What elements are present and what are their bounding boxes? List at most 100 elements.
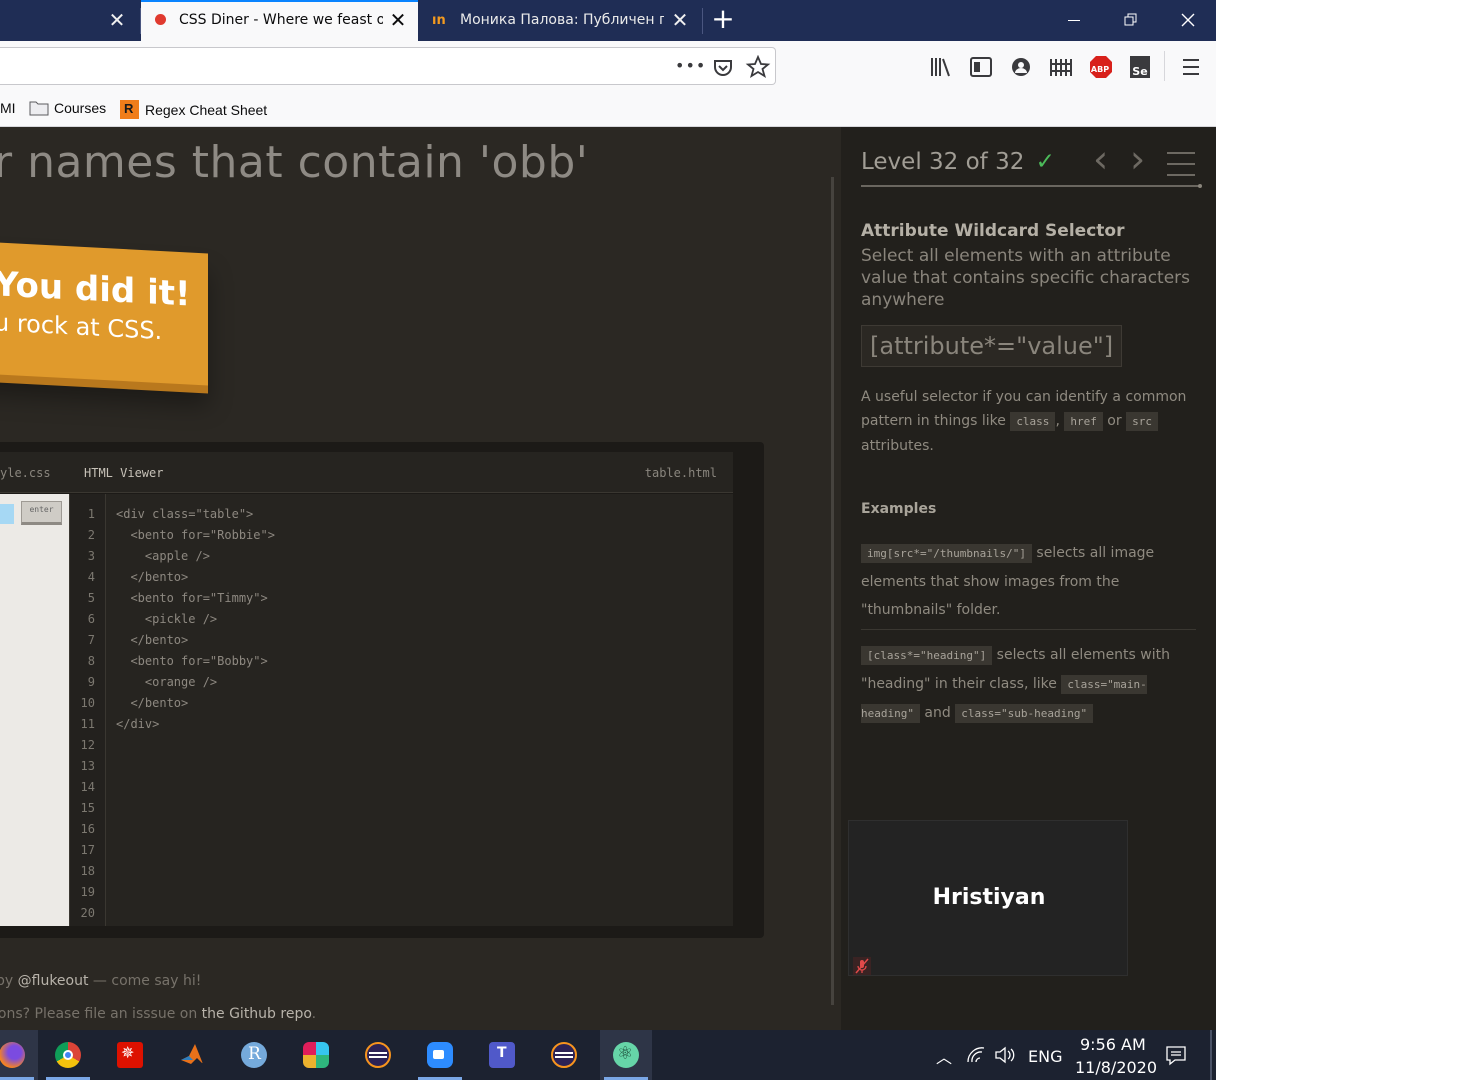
language-indicator[interactable]: ENG xyxy=(1028,1047,1062,1066)
level-menu-icon[interactable] xyxy=(1166,151,1196,177)
regex-favicon: R xyxy=(120,100,139,119)
library-icon[interactable] xyxy=(928,55,954,79)
eclipse-stripes xyxy=(555,1052,573,1058)
taskbar-zoom[interactable] xyxy=(414,1030,466,1080)
check-icon: ✓ xyxy=(1035,149,1055,175)
show-desktop-edge[interactable] xyxy=(1210,1030,1212,1080)
sidebar-icon[interactable] xyxy=(968,55,994,79)
line-number: 7 xyxy=(87,633,95,647)
show-hidden-icons[interactable]: ︿ xyxy=(936,1044,952,1068)
hint-code-class: class xyxy=(1010,412,1056,431)
taskbar-teams[interactable]: T xyxy=(476,1030,528,1080)
code-line: <apple /> xyxy=(116,549,210,563)
code-line: <bento for="Timmy"> xyxy=(116,591,268,605)
taskbar-atom[interactable]: ⚛ xyxy=(600,1030,652,1080)
bookmark-star-icon[interactable] xyxy=(745,55,771,79)
previous-level-button[interactable]: ‹ xyxy=(1093,139,1108,179)
editor-header: yle.css HTML Viewer table.html xyxy=(0,452,733,493)
level-instruction: r names that contain 'obb' xyxy=(0,137,589,188)
example-1: img[src*="/thumbnails/"] selects all ima… xyxy=(861,539,1201,624)
taskbar-slack[interactable] xyxy=(290,1030,342,1080)
tab-css-diner[interactable]: CSS Diner - Where we feast on ✕ xyxy=(141,0,418,41)
video-call-tile[interactable]: Hristiyan xyxy=(848,820,1128,976)
r-letter: R xyxy=(248,1044,261,1064)
taskbar-r[interactable]: R xyxy=(228,1030,280,1080)
regex-favicon-letter: R xyxy=(124,101,134,116)
account-icon[interactable] xyxy=(1008,55,1034,79)
css-editor-tab: yle.css xyxy=(0,466,51,480)
css-input[interactable] xyxy=(0,504,14,524)
footer-issues: ions? Please file an isssue on the Githu… xyxy=(0,1006,316,1022)
url-bar[interactable]: ••• xyxy=(0,47,776,85)
close-tab-icon[interactable]: ✕ xyxy=(107,10,127,30)
page-actions-icon[interactable]: ••• xyxy=(675,56,705,80)
folder-icon xyxy=(29,101,49,116)
close-window-button[interactable] xyxy=(1160,0,1216,41)
taskbar-chrome[interactable] xyxy=(42,1030,94,1080)
atom-glyph: ⚛ xyxy=(617,1043,634,1064)
level-indicator: Level 32 of 32 ✓ xyxy=(861,149,1055,175)
taskbar-matlab[interactable] xyxy=(166,1030,218,1080)
new-tab-button[interactable]: + xyxy=(708,4,738,36)
next-level-button[interactable]: › xyxy=(1130,139,1145,179)
tab-bar: ✕ CSS Diner - Where we feast on ✕ ın Мон… xyxy=(0,0,1216,41)
restore-button[interactable] xyxy=(1103,0,1159,41)
tab-monika-palova[interactable]: ın Моника Палова: Публичен пр ✕ xyxy=(418,0,702,41)
code-line: <pickle /> xyxy=(116,612,218,626)
eclipse-stripes xyxy=(369,1052,387,1058)
tab-previous[interactable]: ✕ xyxy=(0,0,140,41)
teams-letter: T xyxy=(497,1045,507,1061)
code-line: </div> xyxy=(116,717,160,731)
volume-icon[interactable] xyxy=(994,1046,1016,1064)
footer-issues-suffix: . xyxy=(311,1006,317,1022)
github-repo-link[interactable]: the Github repo xyxy=(202,1006,312,1022)
line-number: 15 xyxy=(80,801,95,815)
minimize-button[interactable] xyxy=(1046,0,1102,41)
winner-heading: You did it! xyxy=(0,264,191,315)
flukeout-link[interactable]: @flukeout xyxy=(18,973,89,989)
clock-date[interactable]: 11/8/2020 xyxy=(1075,1058,1157,1077)
selenium-icon[interactable]: Se xyxy=(1128,55,1154,79)
selector-description: Select all elements with an attribute va… xyxy=(861,246,1191,310)
line-number: 6 xyxy=(87,612,95,626)
html-viewer-title: HTML Viewer xyxy=(84,466,164,480)
winner-banner: You did it! u rock at CSS. xyxy=(0,240,208,386)
close-tab-icon[interactable]: ✕ xyxy=(388,10,408,30)
line-number: 8 xyxy=(87,654,95,668)
clock-time[interactable]: 9:56 AM xyxy=(1080,1035,1146,1054)
code-line: <bento for="Bobby"> xyxy=(116,654,268,668)
extension-icon[interactable] xyxy=(1048,55,1074,79)
taskbar-wolfram[interactable]: ✵ xyxy=(104,1030,156,1080)
css-diner-favicon xyxy=(155,14,166,25)
adblock-icon[interactable]: ABP xyxy=(1088,55,1114,79)
chrome-icon-center xyxy=(63,1050,73,1060)
line-number: 10 xyxy=(80,696,95,710)
code-line: <bento for="Robbie"> xyxy=(116,528,275,542)
enter-button[interactable]: enter xyxy=(21,501,62,525)
hint-separator: , xyxy=(1055,413,1065,429)
code-line: </bento> xyxy=(116,696,189,710)
menu-icon[interactable] xyxy=(1178,55,1204,79)
taskbar-eclipse-2[interactable] xyxy=(538,1030,590,1080)
bookmarks-toolbar: MI Courses R Regex Cheat Sheet xyxy=(0,91,1216,127)
panel-scrollbar[interactable] xyxy=(831,177,834,1005)
bookmark-courses[interactable]: Courses xyxy=(29,100,106,116)
examples-title: Examples xyxy=(861,501,937,517)
taskbar-firefox[interactable] xyxy=(0,1030,38,1080)
line-number: 1 xyxy=(87,507,95,521)
taskbar-eclipse[interactable] xyxy=(352,1030,404,1080)
css-editor-pane[interactable]: enter xyxy=(0,494,69,926)
html-viewer-pane[interactable]: 1 2 3 4 5 6 7 8 9 10 11 12 13 14 15 16 17 18 19 20 <div cla… xyxy=(69,494,733,926)
close-tab-icon[interactable]: ✕ xyxy=(670,10,690,30)
minimize-icon xyxy=(1068,19,1080,21)
navigation-toolbar: ••• ABP Se xyxy=(0,41,1216,91)
selector-syntax: [attribute*="value"] xyxy=(861,325,1123,367)
bookmark-regex-cheat-sheet[interactable]: R Regex Cheat Sheet xyxy=(120,100,267,119)
bookmark-mi[interactable]: MI xyxy=(0,100,16,116)
network-icon[interactable] xyxy=(966,1046,986,1064)
pocket-icon[interactable] xyxy=(710,56,736,80)
restore-icon xyxy=(1124,13,1137,26)
tab-favicon: ın xyxy=(432,13,446,28)
bookmark-label: MI xyxy=(0,100,16,116)
notifications-icon[interactable] xyxy=(1165,1045,1187,1067)
